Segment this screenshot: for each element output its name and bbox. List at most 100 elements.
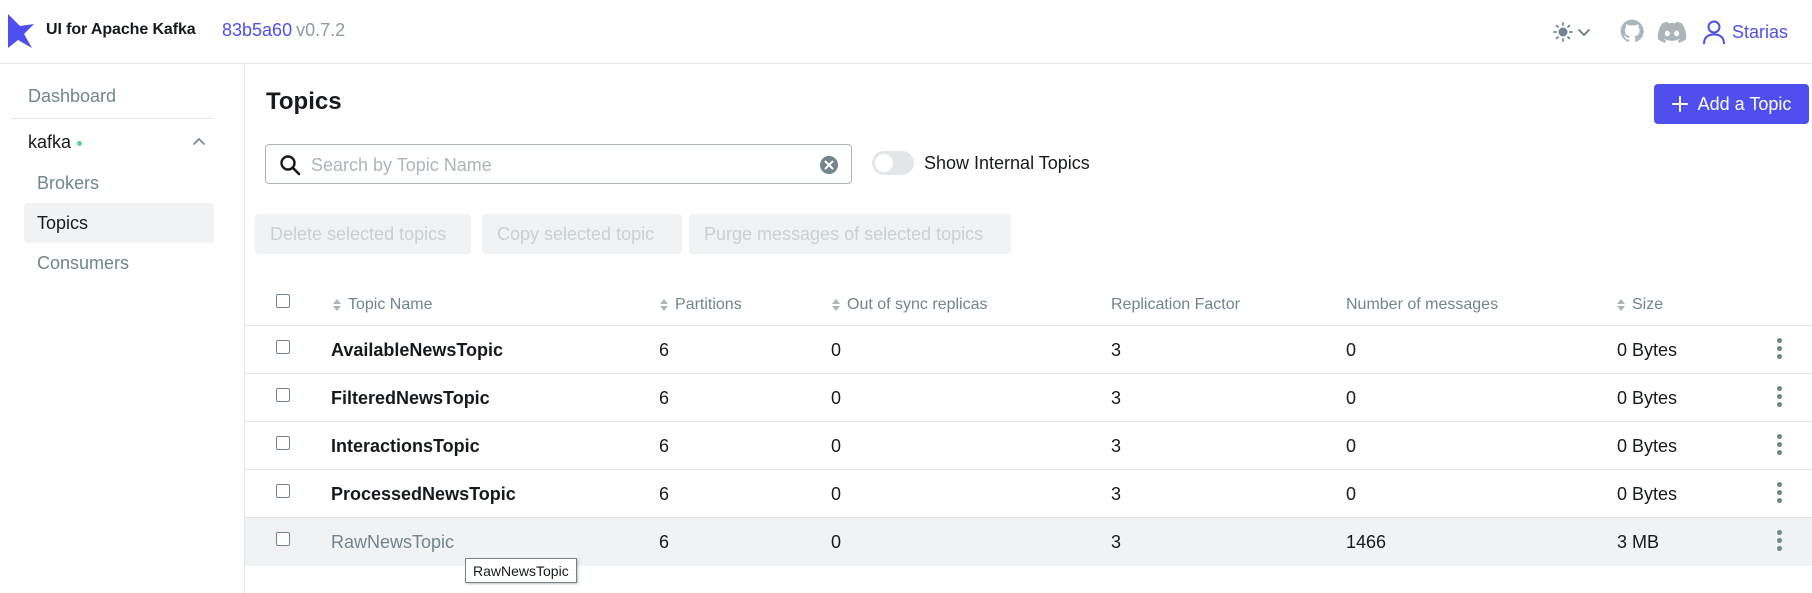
sun-icon xyxy=(1553,22,1573,42)
topic-name-link[interactable]: InteractionsTopic xyxy=(331,436,480,457)
topic-search-box xyxy=(265,144,852,184)
out-of-sync-value: 0 xyxy=(831,340,842,360)
sort-icon xyxy=(660,299,668,311)
add-topic-button[interactable]: Add a Topic xyxy=(1654,84,1809,124)
topic-name-link[interactable]: ProcessedNewsTopic xyxy=(331,484,516,505)
chevron-up-icon[interactable] xyxy=(192,135,206,149)
cluster-name: kafka xyxy=(28,131,72,152)
topic-name-tooltip: RawNewsTopic xyxy=(465,558,577,583)
plus-icon xyxy=(1671,96,1688,112)
size-value: 0 Bytes xyxy=(1617,340,1678,360)
top-navbar: UI for Apache Kafka 83b5a60 v0.7.2 Stari… xyxy=(0,0,1812,64)
messages-value: 0 xyxy=(1346,388,1357,408)
row-checkbox[interactable] xyxy=(276,484,290,498)
sidebar: Dashboard kafka Brokers Topics Consumers xyxy=(0,64,245,593)
commit-hash[interactable]: 83b5a60 xyxy=(222,20,292,40)
sidebar-divider xyxy=(12,118,213,119)
row-checkbox[interactable] xyxy=(276,532,290,546)
row-checkbox[interactable] xyxy=(276,340,290,354)
replication-value: 3 xyxy=(1111,484,1122,504)
messages-value: 0 xyxy=(1346,484,1357,504)
size-value: 0 Bytes xyxy=(1617,388,1678,408)
clear-search-icon[interactable] xyxy=(819,155,839,175)
partitions-value: 6 xyxy=(659,532,670,552)
replication-value: 3 xyxy=(1111,388,1122,408)
copy-selected-topic-button[interactable]: Copy selected topic xyxy=(482,214,682,254)
out-of-sync-value: 0 xyxy=(831,532,842,552)
sidebar-item-topics[interactable]: Topics xyxy=(24,203,214,243)
row-actions-menu-icon[interactable] xyxy=(1777,386,1783,410)
table-row[interactable]: AvailableNewsTopic 6 0 3 0 0 Bytes xyxy=(245,326,1812,374)
partitions-value: 6 xyxy=(659,340,670,360)
sidebar-item-consumers[interactable]: Consumers xyxy=(24,243,214,283)
github-link[interactable] xyxy=(1619,14,1649,50)
version-info[interactable]: 83b5a60 v0.7.2 xyxy=(222,20,345,41)
table-row[interactable]: ProcessedNewsTopic 6 0 3 0 0 Bytes xyxy=(245,470,1812,518)
toggle-knob xyxy=(875,154,893,172)
row-actions-menu-icon[interactable] xyxy=(1777,338,1783,362)
search-input[interactable] xyxy=(311,153,791,177)
app-title[interactable]: UI for Apache Kafka xyxy=(46,21,196,39)
github-icon xyxy=(1620,19,1644,42)
row-actions-menu-icon[interactable] xyxy=(1777,434,1783,458)
add-topic-label: Add a Topic xyxy=(1697,93,1792,114)
cluster-online-indicator xyxy=(77,140,83,146)
sidebar-item-label: Brokers xyxy=(37,172,100,193)
partitions-value: 6 xyxy=(659,484,670,504)
discord-link[interactable] xyxy=(1657,14,1689,50)
topic-name-link[interactable]: FilteredNewsTopic xyxy=(331,388,490,409)
replication-value: 3 xyxy=(1111,340,1122,360)
partitions-value: 6 xyxy=(659,388,670,408)
partitions-value: 6 xyxy=(659,436,670,456)
sort-icon xyxy=(333,299,341,311)
show-internal-topics-label: Show Internal Topics xyxy=(924,153,1090,173)
size-value: 0 Bytes xyxy=(1617,436,1678,456)
topic-name-link[interactable]: AvailableNewsTopic xyxy=(331,340,503,361)
chevron-down-icon xyxy=(1578,29,1590,37)
kafka-logo-icon[interactable] xyxy=(6,12,36,50)
row-actions-menu-icon[interactable] xyxy=(1777,530,1783,554)
column-header-replication-factor: Replication Factor xyxy=(1111,296,1240,313)
discord-icon xyxy=(1657,21,1687,43)
column-header-number-of-messages: Number of messages xyxy=(1346,296,1499,313)
topic-name-link[interactable]: RawNewsTopic xyxy=(331,532,454,553)
show-internal-topics-toggle[interactable] xyxy=(872,151,914,175)
messages-value: 1466 xyxy=(1346,532,1387,552)
column-header-out-of-sync[interactable]: Out of sync replicas xyxy=(831,296,988,314)
theme-switcher[interactable] xyxy=(1552,14,1598,50)
column-header-partitions[interactable]: Partitions xyxy=(659,296,742,314)
sidebar-cluster-kafka[interactable]: kafka xyxy=(24,122,214,162)
purge-messages-button[interactable]: Purge messages of selected topics xyxy=(689,214,1011,254)
messages-value: 0 xyxy=(1346,340,1357,360)
row-checkbox[interactable] xyxy=(276,436,290,450)
table-row[interactable]: InteractionsTopic 6 0 3 0 0 Bytes xyxy=(245,422,1812,470)
delete-selected-topics-button[interactable]: Delete selected topics xyxy=(255,214,471,254)
sidebar-item-label: Consumers xyxy=(37,252,130,273)
sidebar-item-brokers[interactable]: Brokers xyxy=(24,163,214,203)
replication-value: 3 xyxy=(1111,436,1122,456)
select-all-checkbox[interactable] xyxy=(276,294,290,308)
sidebar-item-dashboard[interactable]: Dashboard xyxy=(24,76,214,116)
row-checkbox[interactable] xyxy=(276,388,290,402)
page-title: Topics xyxy=(266,88,342,115)
sort-icon xyxy=(1617,299,1625,311)
table-row[interactable]: FilteredNewsTopic 6 0 3 0 0 Bytes xyxy=(245,374,1812,422)
column-header-size[interactable]: Size xyxy=(1616,296,1663,314)
out-of-sync-value: 0 xyxy=(831,388,842,408)
user-name: Starias xyxy=(1732,21,1789,42)
out-of-sync-value: 0 xyxy=(831,484,842,504)
user-menu[interactable]: Starias xyxy=(1702,14,1812,50)
messages-value: 0 xyxy=(1346,436,1357,456)
column-header-topic-name[interactable]: Topic Name xyxy=(332,296,432,314)
sidebar-item-label: Dashboard xyxy=(28,85,117,106)
version-number: v0.7.2 xyxy=(296,20,346,40)
size-value: 3 MB xyxy=(1617,532,1660,552)
table-header: Topic Name Partitions Out of sync replic… xyxy=(245,286,1812,326)
size-value: 0 Bytes xyxy=(1617,484,1678,504)
replication-value: 3 xyxy=(1111,532,1122,552)
sort-icon xyxy=(832,299,840,311)
out-of-sync-value: 0 xyxy=(831,436,842,456)
search-icon xyxy=(280,155,301,176)
sidebar-item-label: Topics xyxy=(37,212,89,233)
row-actions-menu-icon[interactable] xyxy=(1777,482,1783,506)
